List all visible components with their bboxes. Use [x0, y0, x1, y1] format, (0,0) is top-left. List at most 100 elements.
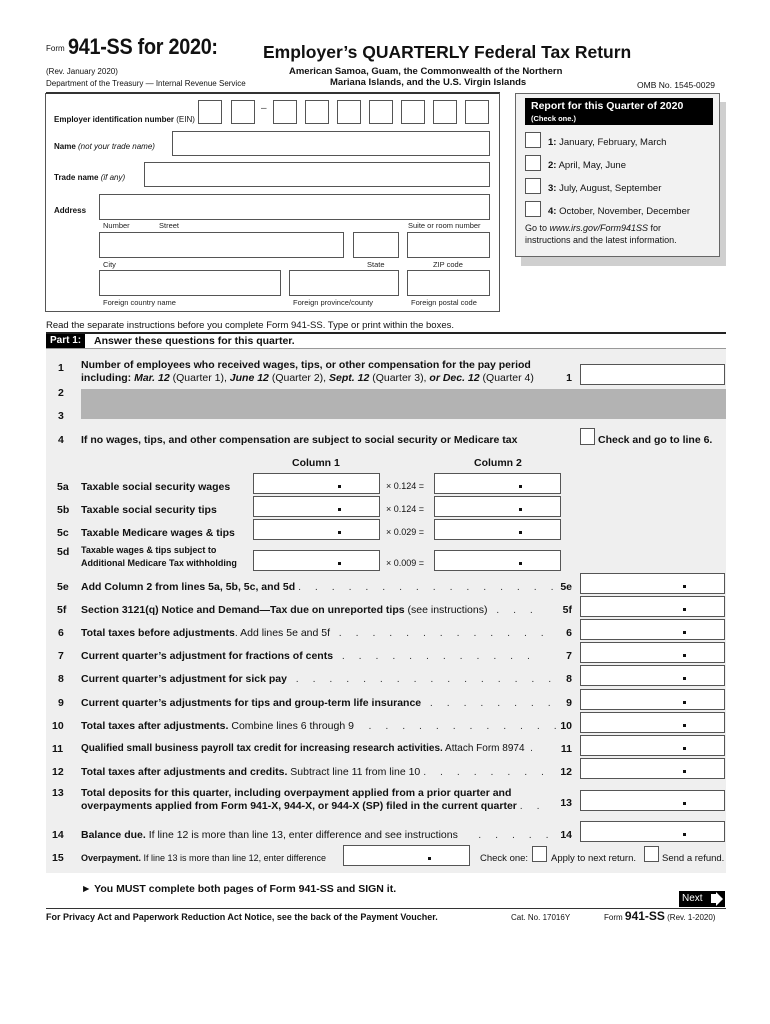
line12-input[interactable] [580, 758, 725, 779]
line4-checkbox[interactable] [580, 428, 595, 445]
form-revision: (Rev. January 2020) [46, 67, 118, 76]
line5a-col2-input[interactable] [434, 473, 561, 494]
ein-digit-5[interactable] [337, 100, 361, 124]
decimal-point [428, 857, 431, 860]
must-complete-notice: ► You MUST complete both pages of Form 9… [81, 883, 397, 895]
line5d-col1-input[interactable] [253, 550, 380, 571]
line8-input[interactable] [580, 665, 725, 686]
quarter-3-checkbox[interactable] [525, 178, 541, 194]
quarter-note: Go to www.irs.gov/Form941SS for [525, 223, 661, 233]
line11-input[interactable] [580, 735, 725, 756]
line7-input[interactable] [580, 642, 725, 663]
line1-employees-input[interactable] [580, 364, 725, 385]
form-title: 941-SS for 2020: [68, 34, 218, 59]
line9-input[interactable] [580, 689, 725, 710]
foreign-postal-input[interactable] [407, 270, 490, 296]
line6-bold: Total taxes before adjustments [81, 627, 235, 639]
name-label-ital: (not your trade name) [75, 142, 155, 151]
decimal-point [683, 677, 686, 680]
line5f-bold: Section 3121(q) Notice and Demand—Tax du… [81, 604, 405, 616]
line14-text: Balance due. If line 12 is more than lin… [81, 829, 571, 841]
quarter-3-label: 3: July, August, September [548, 183, 661, 194]
form-prefix: Form [46, 44, 65, 53]
line5c-col2-input[interactable] [434, 519, 561, 540]
line6-input[interactable] [580, 619, 725, 640]
trade-name-input[interactable] [144, 162, 490, 187]
subtitle-line1: American Samoa, Guam, the Commonwealth o… [289, 66, 563, 77]
line5f-rest: (see instructions) [404, 604, 488, 616]
zip-input[interactable] [407, 232, 490, 258]
line11-text: Qualified small business payroll tax cre… [81, 743, 538, 754]
line15-bold: Overpayment. [81, 853, 142, 863]
foreign-country-input[interactable] [99, 270, 281, 296]
number-label: Number [103, 221, 130, 230]
line5d-col2-input[interactable] [434, 550, 561, 571]
line9-ref: 9 [566, 697, 572, 709]
line14-bold: Balance due. [81, 829, 146, 841]
ein-digit-8[interactable] [433, 100, 457, 124]
trade-name-label-ital: (if any) [98, 173, 126, 182]
ein-label: Employer identification number (EIN) [54, 115, 195, 124]
line1-part: June 12 [229, 372, 269, 384]
foreign-province-label: Foreign province/county [293, 298, 374, 307]
line7-num: 7 [58, 650, 64, 662]
quarter-4-checkbox[interactable] [525, 201, 541, 217]
column2-header: Column 2 [474, 457, 522, 469]
line13-text-2: overpayments applied from Form 941-X, 94… [81, 800, 545, 812]
irs-link[interactable]: www.irs.gov/Form941SS [550, 223, 649, 233]
line12-num: 12 [52, 766, 64, 778]
decimal-point [683, 608, 686, 611]
quarter-note-suffix: for [648, 223, 662, 233]
city-input[interactable] [99, 232, 344, 258]
line13-input[interactable] [580, 790, 725, 811]
line6-num: 6 [58, 627, 64, 639]
street-address-input[interactable] [99, 194, 490, 220]
quarter-2-checkbox[interactable] [525, 155, 541, 171]
ein-digit-3[interactable] [273, 100, 297, 124]
state-input[interactable] [353, 232, 399, 258]
dot-leader: . . . . . . . . . . . . . [338, 627, 550, 639]
line5f-ref: 5f [562, 604, 572, 616]
footer-form-name: 941-SS [624, 909, 665, 923]
line1-part: Sept. 12 [329, 372, 370, 384]
apply-to-next-return-checkbox[interactable] [532, 846, 547, 862]
line5e-input[interactable] [580, 573, 725, 594]
ein-label-rest: (EIN) [174, 115, 195, 124]
line10-bold: Total taxes after adjustments. [81, 720, 229, 732]
line11-bold: Qualified small business payroll tax cre… [81, 743, 443, 754]
name-input[interactable] [172, 131, 490, 156]
quarter-1-checkbox[interactable] [525, 132, 541, 148]
line5c-col1-input[interactable] [253, 519, 380, 540]
footer-form-prefix: Form [604, 913, 625, 922]
line2-num: 2 [58, 387, 64, 399]
line5b-col2-input[interactable] [434, 496, 561, 517]
ein-label-bold: Employer identification number [54, 115, 175, 124]
line12-bold: Total taxes after adjustments and credit… [81, 766, 288, 778]
line14-balance-due-input[interactable] [580, 821, 725, 842]
line5b-col1-input[interactable] [253, 496, 380, 517]
line14-num: 14 [52, 829, 64, 841]
line10-num: 10 [52, 720, 64, 732]
ein-digit-6[interactable] [369, 100, 393, 124]
line15-overpayment-input[interactable] [343, 845, 470, 866]
ein-digit-1[interactable] [198, 100, 222, 124]
part1-title: Answer these questions for this quarter. [94, 335, 295, 347]
dot-leader: . . . [496, 604, 539, 616]
send-refund-checkbox[interactable] [644, 846, 659, 862]
ein-digit-4[interactable] [305, 100, 329, 124]
line8-ref: 8 [566, 673, 572, 685]
line5f-input[interactable] [580, 596, 725, 617]
ein-digit-9[interactable] [465, 100, 489, 124]
line1-part: (Quarter 4) [479, 372, 534, 384]
line10-input[interactable] [580, 712, 725, 733]
quarter-4-text: October, November, December [556, 206, 691, 217]
next-button[interactable]: Next [679, 891, 725, 907]
line1-text-2: including: Mar. 12 (Quarter 1), June 12 … [81, 372, 534, 384]
ein-digit-2[interactable] [231, 100, 255, 124]
ein-digit-7[interactable] [401, 100, 425, 124]
line15-check-one: Check one: [480, 853, 529, 864]
line5a-col1-input[interactable] [253, 473, 380, 494]
line1-num: 1 [58, 362, 64, 374]
line5b-num: 5b [57, 504, 70, 516]
foreign-province-input[interactable] [289, 270, 399, 296]
